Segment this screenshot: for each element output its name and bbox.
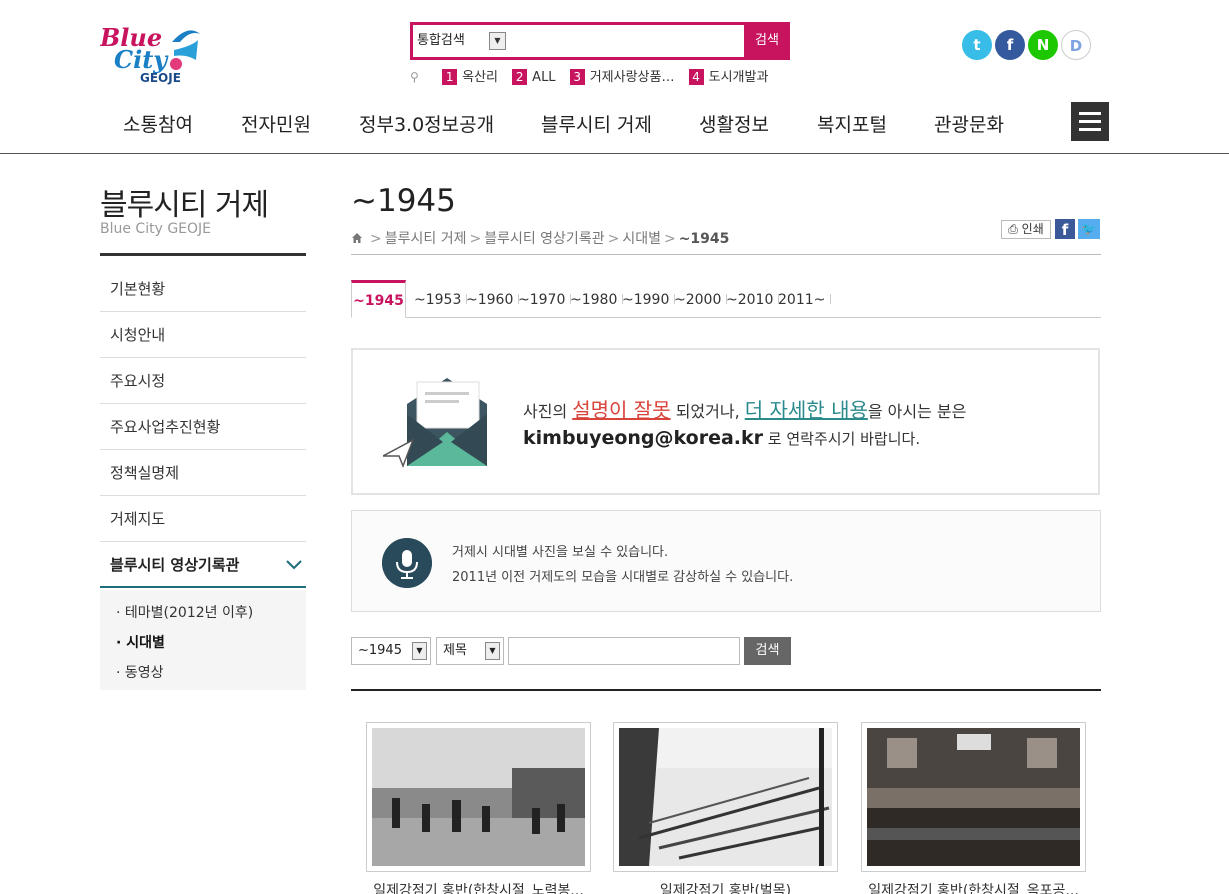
facebook-share-icon[interactable]: f (1055, 219, 1075, 239)
search-scope-select[interactable]: 통합검색 ▼ (417, 31, 506, 51)
title-divider (351, 254, 1101, 255)
tab-2010[interactable]: ~2010 (726, 292, 780, 308)
submenu-item-video[interactable]: · 동영상 (116, 662, 164, 682)
gallery-caption[interactable]: 일제강점기 홍반(한창시절_노력봉... (366, 880, 591, 894)
site-header: Blue City GEOJE 통합검색 ▼ 검색 ⚲ 1 옥산리 2 ALL 3거… (0, 0, 1229, 154)
tab-1960[interactable]: ~1960 (466, 292, 520, 308)
print-button[interactable]: ⎙ 인쇄 (1001, 220, 1051, 239)
period-select[interactable]: ~1945 ▼ (351, 637, 431, 665)
daum-icon[interactable]: D (1061, 30, 1091, 60)
search-input[interactable] (513, 28, 745, 54)
sidebar-divider (100, 253, 306, 256)
page-title: ~1945 (351, 183, 456, 219)
chevron-down-icon: ▼ (489, 32, 506, 50)
filter-search-button[interactable]: 검색 (744, 637, 791, 665)
sidebar-item[interactable]: 주요시정 (100, 358, 306, 404)
gallery-caption[interactable]: 일제강점기 홍반(벌목) (613, 880, 838, 894)
info-line-2: 2011년 이전 거제도의 모습을 시대별로 감상하실 수 있습니다. (452, 570, 794, 585)
info-line-1: 거제시 시대별 사진을 보실 수 있습니다. (452, 545, 669, 560)
search-scope-label: 통합검색 (417, 33, 465, 48)
gnb-item[interactable]: 생활정보 (699, 110, 769, 137)
chevron-down-icon: ▼ (485, 642, 500, 660)
photo-thumbnail (372, 728, 585, 866)
site-logo[interactable]: Blue City GEOJE (99, 20, 205, 88)
submenu-item-era[interactable]: · 시대별 (116, 632, 165, 652)
gallery-card[interactable] (613, 722, 838, 872)
breadcrumb-item[interactable]: 블루시티 영상기록관 (484, 231, 604, 247)
tab-2011[interactable]: 2011~ (778, 292, 832, 308)
submenu-item-theme[interactable]: · 테마별(2012년 이후) (116, 602, 253, 622)
popular-keyword[interactable]: 3 거제사랑상품… (569, 66, 674, 85)
gallery-caption[interactable]: 일제강점기 홍반(한창시절_옥포공... (861, 880, 1086, 894)
sidebar-item[interactable]: 거제지도 (100, 496, 306, 542)
tab-1990[interactable]: ~1990 (622, 292, 676, 308)
microphone-icon (382, 538, 432, 588)
sidebar-item-video-archive[interactable]: 블루시티 영상기록관 (100, 542, 306, 588)
sidebar-item[interactable]: 시청안내 (100, 312, 306, 358)
tab-1945[interactable]: ~1945 (351, 280, 406, 318)
hamburger-menu-icon[interactable] (1071, 102, 1109, 141)
breadcrumb-item[interactable]: 블루시티 거제 (385, 231, 467, 247)
keyword-input[interactable] (508, 637, 740, 665)
tab-2000[interactable]: ~2000 (674, 292, 728, 308)
photo-thumbnail (867, 728, 1080, 866)
sidebar-subtitle: Blue City GEOJE (100, 221, 212, 237)
era-tabs: ~1945 ~1953 ~1960 ~1970 ~1980 ~1990 ~200… (351, 280, 1101, 318)
gallery-card[interactable] (861, 722, 1086, 872)
notice-line-2: kimbuyeong@korea.kr 로 연락주시기 바랍니다. (523, 427, 921, 449)
gnb-item[interactable]: 전자민원 (241, 110, 311, 137)
gnb-item[interactable]: 복지포털 (817, 110, 887, 137)
breadcrumb-current: ~1945 (678, 231, 730, 247)
envelope-icon (383, 378, 487, 469)
chevron-down-icon: ▼ (412, 642, 427, 660)
sidebar-item[interactable]: 기본현황 (100, 266, 306, 312)
logo-geoje-text: GEOJE (140, 71, 181, 85)
list-divider (351, 689, 1101, 691)
gnb-item[interactable]: 블루시티 거제 (541, 110, 652, 137)
contact-email: kimbuyeong@korea.kr (523, 427, 764, 449)
gnb-item[interactable]: 관광문화 (934, 110, 1004, 137)
popular-keyword[interactable]: 1 옥산리 (442, 66, 498, 85)
logo-city-text: City (114, 45, 169, 74)
twitter-share-icon[interactable]: 🐦 (1078, 219, 1100, 239)
gnb-item[interactable]: 소통참여 (123, 110, 193, 137)
tab-1970[interactable]: ~1970 (518, 292, 572, 308)
chevron-down-icon (286, 560, 302, 570)
notice-line-1: 사진의 설명이 잘못 되었거나, 더 자세한 내용을 아시는 분은 (523, 398, 967, 422)
popular-keyword[interactable]: 2 ALL (512, 69, 556, 85)
printer-icon: ⎙ (1008, 222, 1018, 236)
popular-keywords: ⚲ 1 옥산리 2 ALL 3 거제사랑상품… 4 도시개발과 (410, 66, 778, 85)
field-select[interactable]: 제목 ▼ (436, 637, 504, 665)
home-icon[interactable] (351, 232, 363, 244)
twitter-icon[interactable]: t (962, 30, 992, 60)
popular-keyword[interactable]: 4 도시개발과 (688, 66, 768, 85)
naver-icon[interactable]: N (1028, 30, 1058, 60)
search-icon: ⚲ (410, 70, 419, 84)
correction-notice: 사진의 설명이 잘못 되었거나, 더 자세한 내용을 아시는 분은 kimbuy… (351, 348, 1100, 495)
tab-1953[interactable]: ~1953 (414, 292, 468, 308)
breadcrumb-item[interactable]: 시대별 (622, 231, 661, 247)
tab-1980[interactable]: ~1980 (570, 292, 624, 308)
search-button[interactable]: 검색 (744, 22, 790, 60)
sidebar-item-label: 블루시티 영상기록관 (110, 556, 240, 574)
sidebar-submenu: · 테마별(2012년 이후) · 시대별 · 동영상 (100, 590, 306, 690)
breadcrumb: > 블루시티 거제 > 블루시티 영상기록관 > 시대별 > ~1945 (351, 228, 729, 248)
gallery-card[interactable] (366, 722, 591, 872)
logo-graphic: Blue City GEOJE (99, 23, 200, 85)
facebook-icon[interactable]: f (995, 30, 1025, 60)
gnb-item[interactable]: 정부3.0정보공개 (359, 110, 494, 137)
info-box: 거제시 시대별 사진을 보실 수 있습니다. 2011년 이전 거제도의 모습을… (351, 510, 1101, 612)
sidebar-title: 블루시티 거제 (100, 188, 269, 223)
sidebar-item[interactable]: 주요사업추진현황 (100, 404, 306, 450)
sidebar-item[interactable]: 정책실명제 (100, 450, 306, 496)
integrated-search: 통합검색 ▼ 검색 (410, 22, 790, 60)
photo-thumbnail (619, 728, 832, 866)
